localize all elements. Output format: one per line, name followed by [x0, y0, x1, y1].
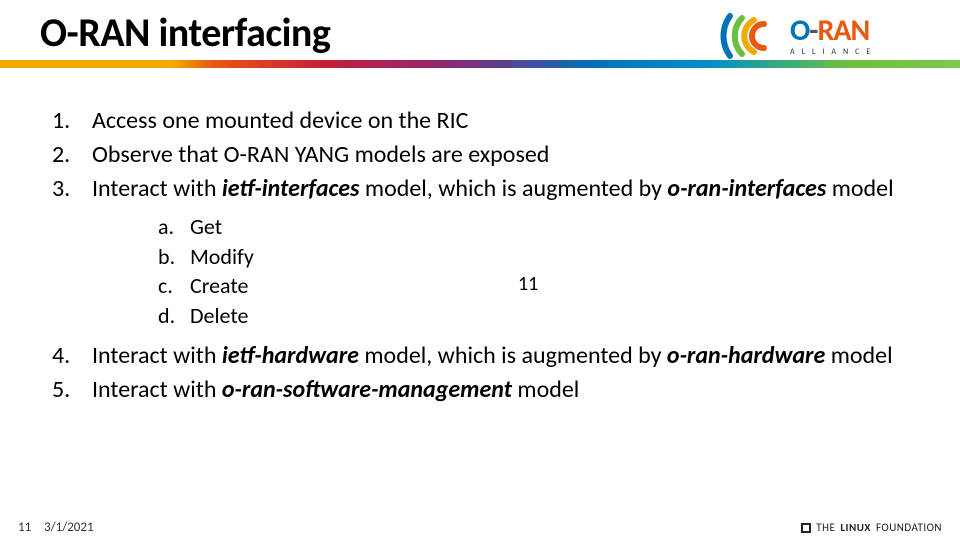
square-icon [801, 523, 811, 533]
linux-foundation-logo: THE LINUX FOUNDATION [801, 521, 942, 534]
title-bar: O-RAN interfacing O-RAN ALLIANCE [0, 0, 960, 72]
page-number: 11 [18, 520, 44, 535]
list-item: Observe that O-RAN YANG models are expos… [52, 140, 908, 170]
oran-arcs-icon [720, 12, 780, 60]
slide: O-RAN interfacing O-RAN ALLIANCE Access … [0, 0, 960, 540]
oran-logo-text: O-RAN ALLIANCE [790, 16, 877, 56]
list-item: Interact with ietf-hardware model, which… [52, 341, 908, 371]
oran-logo: O-RAN ALLIANCE [720, 8, 940, 64]
list-item: Interact with ietf-interfaces model, whi… [52, 174, 908, 331]
list-item: Interact with o-ran-software-management … [52, 375, 908, 405]
footer-date: 3/1/2021 [44, 520, 94, 535]
list-item: Get [158, 212, 908, 242]
list-item: Modify [158, 242, 908, 272]
floating-number: 11 [518, 272, 538, 296]
content-body: Access one mounted device on the RIC Obs… [52, 106, 908, 409]
main-list: Access one mounted device on the RIC Obs… [52, 106, 908, 405]
list-item: Delete [158, 301, 908, 331]
list-item: Access one mounted device on the RIC [52, 106, 908, 136]
slide-title: O-RAN interfacing [40, 8, 330, 57]
